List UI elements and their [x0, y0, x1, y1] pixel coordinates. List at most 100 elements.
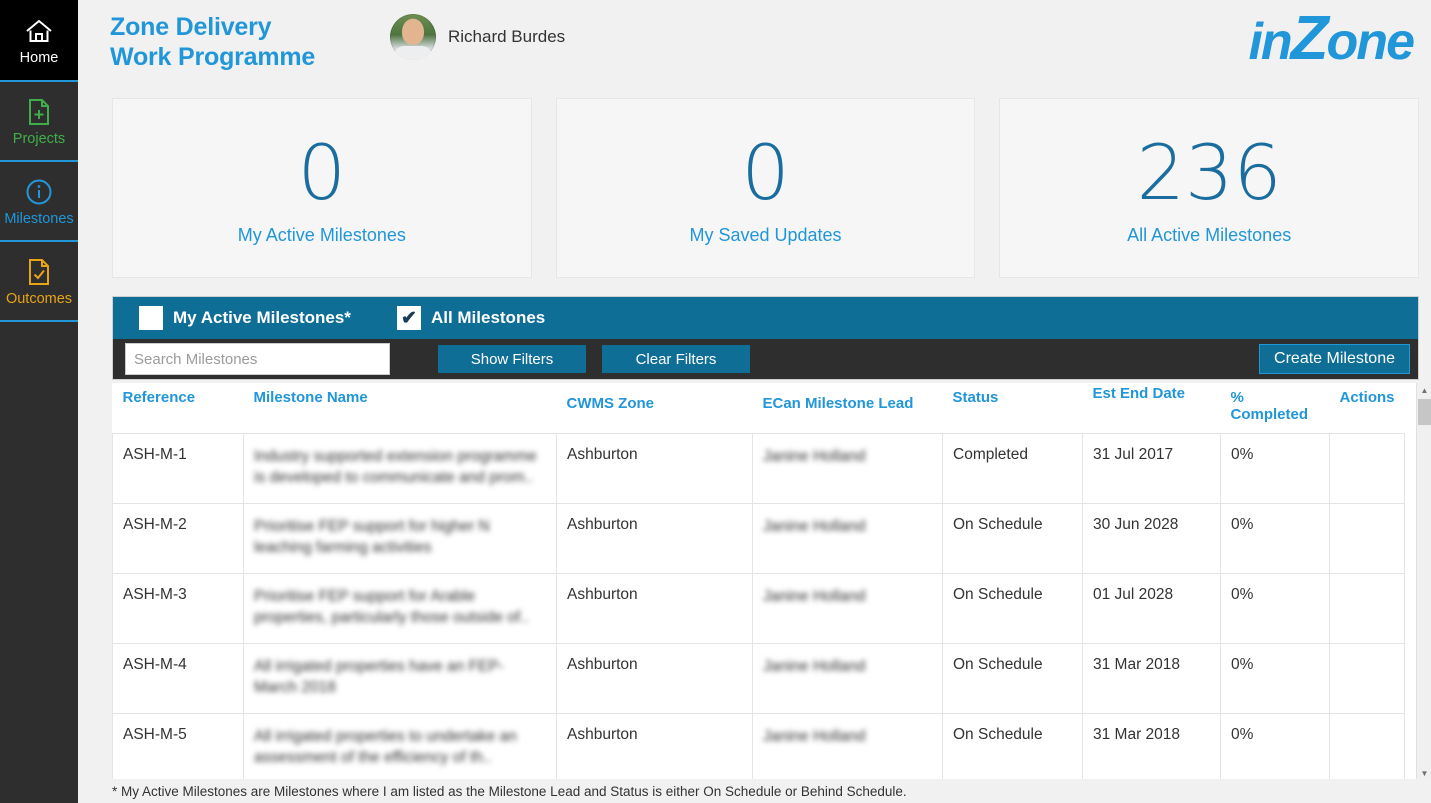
avatar: [390, 14, 436, 60]
table-row[interactable]: ASH-M-1 Industry supported extension prog…: [112, 433, 1405, 504]
sidebar-item-outcomes[interactable]: Outcomes: [0, 242, 78, 320]
cell-cwms-zone: Ashburton: [556, 573, 753, 644]
cell-status: On Schedule: [942, 573, 1083, 644]
user-name: Richard Burdes: [448, 27, 566, 46]
sidebar-divider: [0, 320, 78, 322]
info-circle-icon: [25, 176, 53, 208]
milestones-table-container: Reference Milestone Name CWMS Zone ECan …: [112, 383, 1419, 780]
cell-milestone-name: Prioritise FEP support for higher N leac…: [243, 503, 557, 574]
checkbox-all-label: All Milestones: [430, 308, 546, 327]
column-header-actions[interactable]: Actions: [1329, 383, 1405, 434]
cell-est-end-date: 31 Mar 2018: [1082, 643, 1221, 714]
table-row[interactable]: ASH-M-4 All irrigated properties have an …: [112, 643, 1405, 714]
search-input[interactable]: [125, 343, 390, 375]
table-row[interactable]: ASH-M-2 Prioritise FEP support for higher…: [112, 503, 1405, 574]
show-filters-button[interactable]: Show Filters: [438, 345, 586, 373]
cell-cwms-zone: Ashburton: [556, 643, 753, 714]
sidebar: Home Projects Milestones Outcomes: [0, 0, 78, 803]
cell-actions: [1329, 503, 1405, 574]
table-body: ASH-M-1 Industry supported extension prog…: [112, 433, 1405, 780]
sidebar-item-home[interactable]: Home: [0, 0, 78, 80]
cell-pct-completed: 0%: [1220, 503, 1330, 574]
page-title: Zone Delivery Work Programme: [110, 12, 315, 72]
cell-milestone-name: Prioritise FEP support for Arable proper…: [243, 573, 557, 644]
sidebar-item-outcomes-label: Outcomes: [5, 290, 73, 307]
app-root: Home Projects Milestones Outcomes Zone D…: [0, 0, 1431, 803]
stat-card-my-saved-updates[interactable]: 0 My Saved Updates: [555, 98, 976, 278]
cell-status: On Schedule: [942, 643, 1083, 714]
sidebar-item-projects[interactable]: Projects: [0, 82, 78, 160]
avatar-face: [402, 18, 424, 45]
document-check-icon: [27, 256, 51, 288]
page-footer: * My Active Milestones are Milestones wh…: [78, 779, 1431, 803]
checkbox-my-active-label: My Active Milestones*: [173, 308, 351, 327]
cell-milestone-name: All irrigated properties have an FEP- Ma…: [243, 643, 557, 714]
scrollbar-thumb[interactable]: [1418, 399, 1431, 425]
stat-value: 0: [297, 127, 347, 217]
inzone-logo: inZone: [1248, 8, 1415, 73]
cell-reference: ASH-M-2: [112, 503, 244, 574]
cell-cwms-zone: Ashburton: [556, 433, 753, 504]
stat-value: 236: [1136, 127, 1282, 217]
checkbox-my-active-milestones[interactable]: [139, 306, 163, 330]
document-plus-icon: [27, 96, 51, 128]
cell-status: Completed: [942, 433, 1083, 504]
logo-text-one: one: [1326, 13, 1415, 71]
cell-ecan-milestone-lead: Janine Holland: [752, 713, 943, 780]
column-header-pct-completed[interactable]: % Completed: [1220, 383, 1330, 434]
column-header-cwms-zone[interactable]: CWMS Zone: [556, 383, 753, 434]
column-header-ecan-milestone-lead[interactable]: ECan Milestone Lead: [752, 383, 943, 434]
sidebar-item-projects-label: Projects: [12, 130, 66, 147]
logo-text-z: Z: [1290, 4, 1329, 73]
page-title-line1: Zone Delivery: [110, 13, 272, 41]
stat-cards: 0 My Active Milestones 0 My Saved Update…: [112, 98, 1420, 278]
avatar-shirt: [394, 46, 432, 60]
stat-card-my-active-milestones[interactable]: 0 My Active Milestones: [112, 98, 532, 278]
cell-est-end-date: 31 Jul 2017: [1082, 433, 1221, 504]
checkbox-all-tick: ✔: [400, 307, 417, 329]
cell-reference: ASH-M-4: [112, 643, 244, 714]
scroll-up-arrow[interactable]: ▲: [1417, 383, 1431, 397]
logo-text-in: in: [1248, 13, 1292, 71]
column-header-milestone-name[interactable]: Milestone Name: [243, 383, 557, 434]
cell-reference: ASH-M-3: [112, 573, 244, 644]
column-header-status[interactable]: Status: [942, 383, 1083, 434]
stat-label: My Active Milestones: [237, 224, 406, 245]
checkbox-all-milestones[interactable]: ✔: [396, 306, 421, 330]
cell-actions: [1329, 643, 1405, 714]
stat-label: My Saved Updates: [689, 224, 842, 245]
clear-filters-button[interactable]: Clear Filters: [602, 345, 750, 373]
table-row[interactable]: ASH-M-5 All irrigated properties to under…: [112, 713, 1405, 780]
sidebar-item-milestones[interactable]: Milestones: [0, 162, 78, 240]
column-header-est-end-date[interactable]: Est End Date: [1082, 383, 1221, 434]
cell-ecan-milestone-lead: Janine Holland: [752, 573, 943, 644]
cell-reference: ASH-M-5: [112, 713, 244, 780]
filter-bar-actions-row: Show Filters Clear Filters Create Milest…: [113, 339, 1418, 379]
cell-ecan-milestone-lead: Janine Holland: [752, 643, 943, 714]
cell-reference: ASH-M-1: [112, 433, 244, 504]
cell-est-end-date: 30 Jun 2028: [1082, 503, 1221, 574]
create-milestone-button[interactable]: Create Milestone: [1259, 344, 1410, 374]
milestones-table: Reference Milestone Name CWMS Zone ECan …: [112, 383, 1405, 780]
stat-card-all-active-milestones[interactable]: 236 All Active Milestones: [999, 98, 1420, 278]
cell-actions: [1329, 713, 1405, 780]
table-vertical-scrollbar[interactable]: ▲ ▼: [1416, 383, 1431, 780]
user-block[interactable]: Richard Burdes: [390, 14, 565, 60]
cell-ecan-milestone-lead: Janine Holland: [752, 433, 943, 504]
table-header-row: Reference Milestone Name CWMS Zone ECan …: [112, 383, 1405, 434]
column-header-reference[interactable]: Reference: [112, 383, 244, 434]
cell-pct-completed: 0%: [1220, 713, 1330, 780]
sidebar-item-milestones-label: Milestones: [4, 210, 74, 227]
stat-label: All Active Milestones: [1127, 224, 1292, 245]
cell-status: On Schedule: [942, 503, 1083, 574]
scroll-down-arrow[interactable]: ▼: [1417, 766, 1431, 780]
footnote-text: * My Active Milestones are Milestones wh…: [112, 783, 907, 799]
cell-pct-completed: 0%: [1220, 573, 1330, 644]
cell-actions: [1329, 433, 1405, 504]
table-row[interactable]: ASH-M-3 Prioritise FEP support for Arable…: [112, 573, 1405, 644]
filter-bar: My Active Milestones* ✔ All Milestones S…: [112, 296, 1419, 380]
sidebar-item-home-label: Home: [19, 49, 59, 66]
page-header: Zone Delivery Work Programme Richard Bur…: [78, 0, 1431, 90]
cell-cwms-zone: Ashburton: [556, 503, 753, 574]
table-head: Reference Milestone Name CWMS Zone ECan …: [112, 383, 1405, 434]
